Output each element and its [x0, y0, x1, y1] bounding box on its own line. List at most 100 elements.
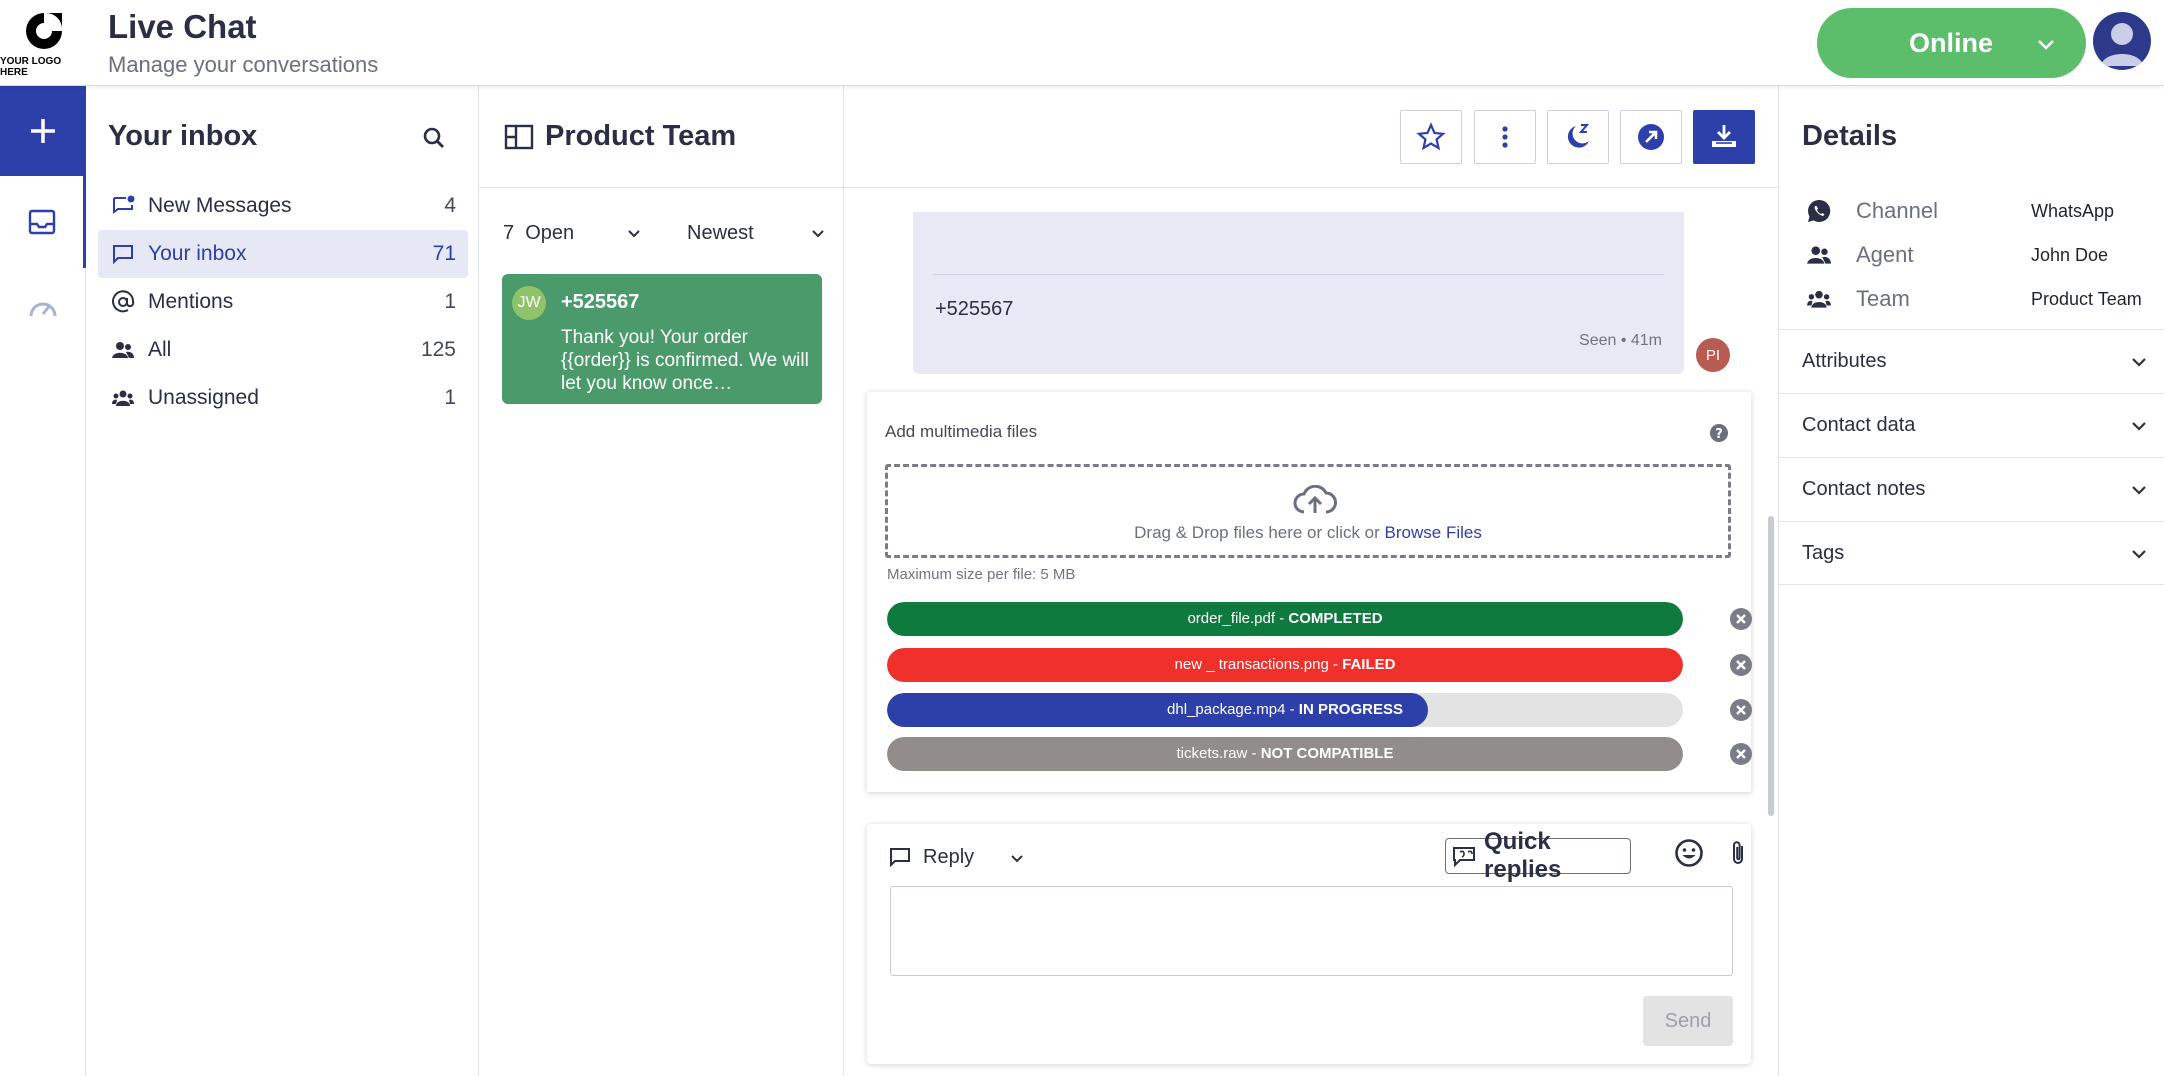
help-icon[interactable]: ? — [1709, 423, 1729, 443]
reply-textarea[interactable] — [890, 886, 1733, 976]
new-conversation-button[interactable] — [0, 86, 86, 176]
detail-channel: Channel WhatsApp — [1806, 196, 2156, 226]
chat-scrollbar[interactable] — [1768, 516, 1774, 816]
quick-replies-button[interactable]: Quick replies — [1445, 828, 1631, 883]
chat-panel: +525567 Seen • 41m PI Add multimedia fil… — [844, 86, 1778, 1076]
emoji-icon[interactable] — [1674, 838, 1704, 868]
remove-file-icon[interactable] — [1729, 698, 1753, 722]
accordion-contact-data[interactable]: Contact data — [1779, 393, 2164, 457]
dashboard-icon — [29, 302, 57, 317]
snooze-button[interactable] — [1547, 110, 1609, 164]
inbox-title: Your inbox — [108, 120, 258, 152]
contact-name: +525567 — [561, 291, 640, 313]
more-options-button[interactable] — [1474, 110, 1536, 164]
detail-key: Agent — [1856, 242, 1914, 267]
reply-mode-icon — [890, 848, 910, 868]
remove-file-icon[interactable] — [1729, 607, 1753, 631]
chevron-down-icon — [2132, 358, 2146, 367]
detail-value: Product Team — [2031, 289, 2142, 309]
nav-item-mentions[interactable]: Mentions 1 — [98, 278, 468, 326]
message-status: Seen • 41m — [1579, 332, 1662, 349]
agent-avatar: PI — [1696, 338, 1730, 372]
send-button[interactable]: Send — [1643, 996, 1733, 1046]
whatsapp-icon — [1808, 199, 1831, 222]
star-button[interactable] — [1400, 110, 1462, 164]
status-dropdown[interactable]: Online — [1817, 8, 2086, 78]
upload-title: Add multimedia files — [885, 422, 1038, 441]
status-label: Online — [1909, 27, 1994, 58]
chevron-down-icon — [2132, 550, 2146, 559]
inbox-panel: Your inbox New Messages 4 Your inbox 71 … — [86, 86, 479, 1076]
download-icon — [1712, 125, 1736, 147]
nav-item-count: 1 — [444, 386, 456, 409]
accordion-label: Contact notes — [1802, 478, 1926, 500]
top-bar: YOUR LOGO HERE Live Chat Manage your con… — [0, 0, 2164, 86]
nav-item-count: 125 — [420, 338, 456, 361]
conversation-list-panel: Product Team 7 Open Newest JW +525567 Th… — [479, 86, 844, 1076]
chevron-down-icon — [812, 230, 824, 238]
conversation-item[interactable]: JW +525567 Thank you! Your order {{order… — [502, 274, 822, 404]
detail-agent: Agent John Doe — [1806, 240, 2156, 270]
reply-mode-dropdown[interactable]: Reply — [923, 846, 974, 869]
dropzone-text: Drag & Drop files here or click or Brows… — [1134, 523, 1482, 542]
file-progress-row: tickets.raw - NOT COMPATIBLE — [887, 737, 1683, 771]
remove-file-icon[interactable] — [1729, 742, 1753, 766]
nav-item-count: 1 — [444, 290, 456, 313]
user-avatar[interactable] — [2093, 12, 2151, 70]
sort-dropdown[interactable]: Newest — [687, 222, 827, 245]
nav-item-label: Unassigned — [148, 386, 259, 409]
details-panel: Details Channel WhatsApp Agent John Doe … — [1778, 86, 2164, 1076]
message-divider — [933, 274, 1664, 275]
nav-item-unassigned[interactable]: Unassigned 1 — [98, 374, 468, 422]
nav-item-your-inbox[interactable]: Your inbox 71 — [98, 230, 468, 278]
attachment-icon[interactable] — [1725, 838, 1751, 868]
max-size-note: Maximum size per file: 5 MB — [887, 566, 1076, 583]
accordion-tags[interactable]: Tags — [1779, 521, 2164, 585]
message-bubble: +525567 Seen • 41m — [913, 212, 1684, 374]
share-button[interactable] — [1620, 110, 1682, 164]
left-rail — [0, 86, 86, 1076]
chat-toolbar — [844, 86, 1778, 188]
detail-team: Team Product Team — [1806, 284, 2156, 314]
remove-file-icon[interactable] — [1729, 653, 1753, 677]
contact-avatar: JW — [512, 286, 546, 320]
conversation-list-header: Product Team — [479, 86, 844, 188]
nav-item-label: Your inbox — [148, 242, 247, 265]
nav-item-label: All — [148, 338, 172, 361]
chevron-down-icon[interactable] — [1009, 850, 1025, 866]
snooze-icon — [1567, 124, 1590, 148]
browse-files-link[interactable]: Browse Files — [1385, 523, 1482, 542]
search-icon[interactable] — [420, 124, 448, 152]
company-logo[interactable]: YOUR LOGO HERE — [0, 0, 88, 86]
sort-label: Newest — [687, 222, 754, 244]
rail-inbox-button[interactable] — [0, 176, 86, 268]
file-progress-row: new _ transactions.png - FAILED — [887, 648, 1683, 682]
team-title: Product Team — [545, 120, 737, 152]
filter-status: Open — [525, 222, 575, 244]
accordion-label: Tags — [1802, 542, 1845, 564]
group-icon — [1807, 290, 1831, 308]
inbox-icon — [28, 209, 55, 235]
accordion-contact-notes[interactable]: Contact notes — [1779, 457, 2164, 521]
nav-item-count: 71 — [432, 242, 456, 265]
layout-icon[interactable] — [504, 124, 534, 150]
quick-replies-label: Quick replies — [1484, 828, 1562, 883]
nav-item-label: New Messages — [148, 194, 292, 217]
download-button[interactable] — [1693, 110, 1755, 164]
people-icon — [110, 337, 136, 363]
status-filter-dropdown[interactable]: 7 Open — [503, 222, 643, 245]
file-progress-label: dhl_package.mp4 - IN PROGRESS — [1167, 701, 1403, 718]
nav-item-new-messages[interactable]: New Messages 4 — [98, 182, 468, 230]
rail-dashboard-button[interactable] — [0, 268, 86, 348]
accordion-attributes[interactable]: Attributes — [1779, 329, 2164, 393]
nav-item-count: 4 — [444, 194, 456, 217]
file-dropzone[interactable]: Drag & Drop files here or click or Brows… — [885, 464, 1731, 558]
message-preview: Thank you! Your order {{order}} is confi… — [561, 327, 809, 394]
nav-item-all[interactable]: All 125 — [98, 326, 468, 374]
app-title: Live Chat — [108, 8, 257, 45]
filter-count: 7 — [503, 222, 515, 244]
file-upload-panel: Add multimedia files ? Drag & Drop files… — [867, 392, 1753, 792]
more-vertical-icon — [1502, 126, 1508, 148]
group-icon — [110, 385, 136, 411]
chat-icon — [110, 241, 136, 267]
